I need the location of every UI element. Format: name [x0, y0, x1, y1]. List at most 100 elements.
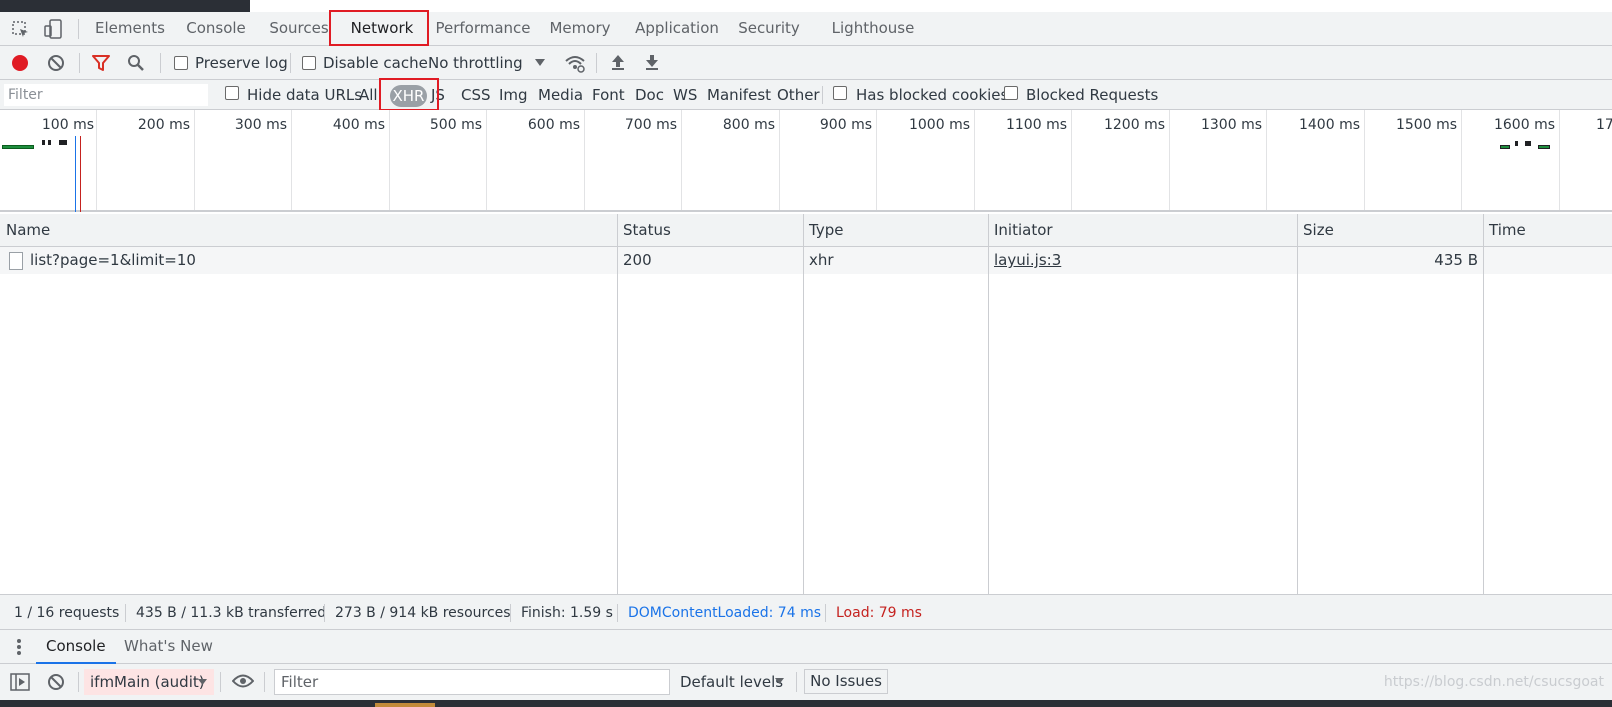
hide-data-urls-checkbox[interactable] — [225, 86, 239, 100]
network-conditions-icon[interactable] — [564, 53, 586, 73]
blocked-requests-checkbox[interactable] — [1004, 86, 1018, 100]
console-divider — [796, 672, 797, 692]
column-header-name[interactable]: Name — [0, 214, 617, 246]
column-divider — [803, 214, 804, 594]
clear-console-icon[interactable] — [47, 673, 65, 691]
request-name[interactable]: list?page=1&limit=10 — [30, 247, 196, 274]
filter-type-media[interactable]: Media — [538, 86, 583, 104]
summary-divider — [510, 604, 511, 622]
throttling-select[interactable]: No throttling — [428, 54, 523, 72]
preserve-log-label: Preserve log — [195, 54, 288, 72]
request-status: 200 — [623, 251, 652, 269]
search-icon[interactable] — [127, 54, 145, 72]
grid-line — [681, 110, 682, 210]
grid-line — [1461, 110, 1462, 210]
panel-tab-bar: Elements Console Sources Network Perform… — [0, 10, 1612, 46]
filter-icon[interactable] — [92, 54, 110, 72]
column-header-size[interactable]: Size — [1297, 214, 1483, 246]
live-expression-eye-icon[interactable] — [232, 674, 254, 688]
has-blocked-cookies-checkbox[interactable] — [833, 86, 847, 100]
filter-type-all[interactable]: All — [359, 86, 378, 104]
column-header-time[interactable]: Time — [1483, 214, 1612, 246]
tick-label: 100 ms — [41, 117, 94, 133]
drawer-tab-whats-new[interactable]: What's New — [124, 630, 213, 663]
load-line — [80, 136, 81, 212]
request-bar — [1538, 145, 1550, 149]
preserve-log-checkbox[interactable] — [174, 56, 188, 70]
table-row[interactable]: list?page=1&limit=10 200 xhr layui.js:3 … — [0, 247, 1612, 274]
chevron-down-icon[interactable] — [775, 678, 784, 685]
summary-divider — [825, 604, 826, 622]
console-filter-input[interactable] — [274, 669, 670, 695]
dom-content-loaded-line — [75, 136, 76, 212]
drawer-tab-bar: Console What's New — [0, 630, 1612, 664]
tick-label: 1600 ms — [1493, 117, 1555, 133]
document-icon — [9, 252, 23, 270]
tick-label: 1400 ms — [1298, 117, 1360, 133]
filter-type-css[interactable]: CSS — [461, 86, 491, 104]
filter-type-ws[interactable]: WS — [673, 86, 697, 104]
column-header-status[interactable]: Status — [617, 214, 802, 246]
request-initiator-link[interactable]: layui.js:3 — [994, 247, 1061, 274]
grid-line — [194, 110, 195, 210]
tab-elements[interactable]: Elements — [92, 12, 168, 45]
issues-button[interactable]: No Issues — [804, 669, 888, 694]
console-divider — [78, 672, 79, 692]
taskbar-accent — [375, 703, 435, 707]
toolbar-divider — [596, 53, 597, 73]
record-button[interactable] — [11, 54, 29, 72]
request-bar — [1525, 141, 1531, 146]
tab-memory[interactable]: Memory — [545, 12, 615, 45]
import-har-icon[interactable] — [610, 53, 626, 71]
column-header-type[interactable]: Type — [803, 214, 988, 246]
filter-type-img[interactable]: Img — [499, 86, 528, 104]
tab-sources[interactable]: Sources — [262, 12, 336, 45]
device-toolbar-icon[interactable] — [43, 19, 63, 39]
tab-security[interactable]: Security — [735, 12, 803, 45]
drawer-tab-console[interactable]: Console — [36, 630, 116, 664]
filter-row: Hide data URLs All JS XHR CSS Img Media … — [0, 78, 1612, 111]
overview-timeline[interactable]: 100 ms 200 ms 300 ms 400 ms 500 ms 600 m… — [0, 110, 1612, 212]
more-options-icon[interactable] — [16, 638, 22, 656]
inspect-element-icon[interactable] — [11, 20, 31, 40]
clear-icon[interactable] — [47, 54, 65, 72]
tick-label: 1300 ms — [1200, 117, 1262, 133]
filter-type-manifest[interactable]: Manifest — [707, 86, 771, 104]
watermark-text: https://blog.csdn.net/csucsgoat — [1383, 674, 1604, 690]
filter-type-font[interactable]: Font — [592, 86, 625, 104]
request-size: 435 B — [1434, 251, 1478, 269]
tab-performance[interactable]: Performance — [434, 12, 532, 45]
has-blocked-cookies-label: Has blocked cookies — [856, 86, 1009, 104]
context-selector-label: ifmMain (audit) — [90, 673, 205, 691]
load-time: Load: 79 ms — [836, 605, 922, 621]
tab-lighthouse[interactable]: Lighthouse — [827, 12, 919, 45]
tick-label: 1100 ms — [1005, 117, 1067, 133]
network-toolbar: Preserve log Disable cache No throttling — [0, 46, 1612, 80]
filter-type-other[interactable]: Other — [777, 86, 820, 104]
tick-label: 900 ms — [819, 117, 872, 133]
tick-label: 1200 ms — [1103, 117, 1165, 133]
export-har-icon[interactable] — [644, 53, 660, 71]
show-sidebar-icon[interactable] — [10, 673, 30, 691]
summary-divider — [324, 604, 325, 622]
disable-cache-checkbox[interactable] — [302, 56, 316, 70]
context-selector[interactable]: ifmMain (audit) — [84, 669, 214, 695]
grid-line — [291, 110, 292, 210]
resources-size: 273 B / 914 kB resources — [335, 605, 511, 621]
tab-console[interactable]: Console — [176, 12, 256, 45]
tab-bar-divider — [78, 19, 79, 39]
column-header-initiator[interactable]: Initiator — [988, 214, 1297, 246]
toolbar-divider — [290, 53, 291, 73]
request-bar — [1515, 141, 1518, 146]
chevron-down-icon[interactable] — [535, 59, 545, 67]
console-toolbar: ifmMain (audit) Default levels No Issues… — [0, 664, 1612, 700]
filter-type-doc[interactable]: Doc — [635, 86, 664, 104]
summary-divider — [125, 604, 126, 622]
log-levels-dropdown[interactable]: Default levels — [680, 673, 783, 691]
tick-label: 500 ms — [429, 117, 482, 133]
column-divider — [988, 214, 989, 594]
tick-label: 400 ms — [332, 117, 385, 133]
filter-input[interactable] — [4, 84, 208, 106]
request-count: 1 / 16 requests — [14, 605, 120, 621]
tab-application[interactable]: Application — [629, 12, 725, 45]
